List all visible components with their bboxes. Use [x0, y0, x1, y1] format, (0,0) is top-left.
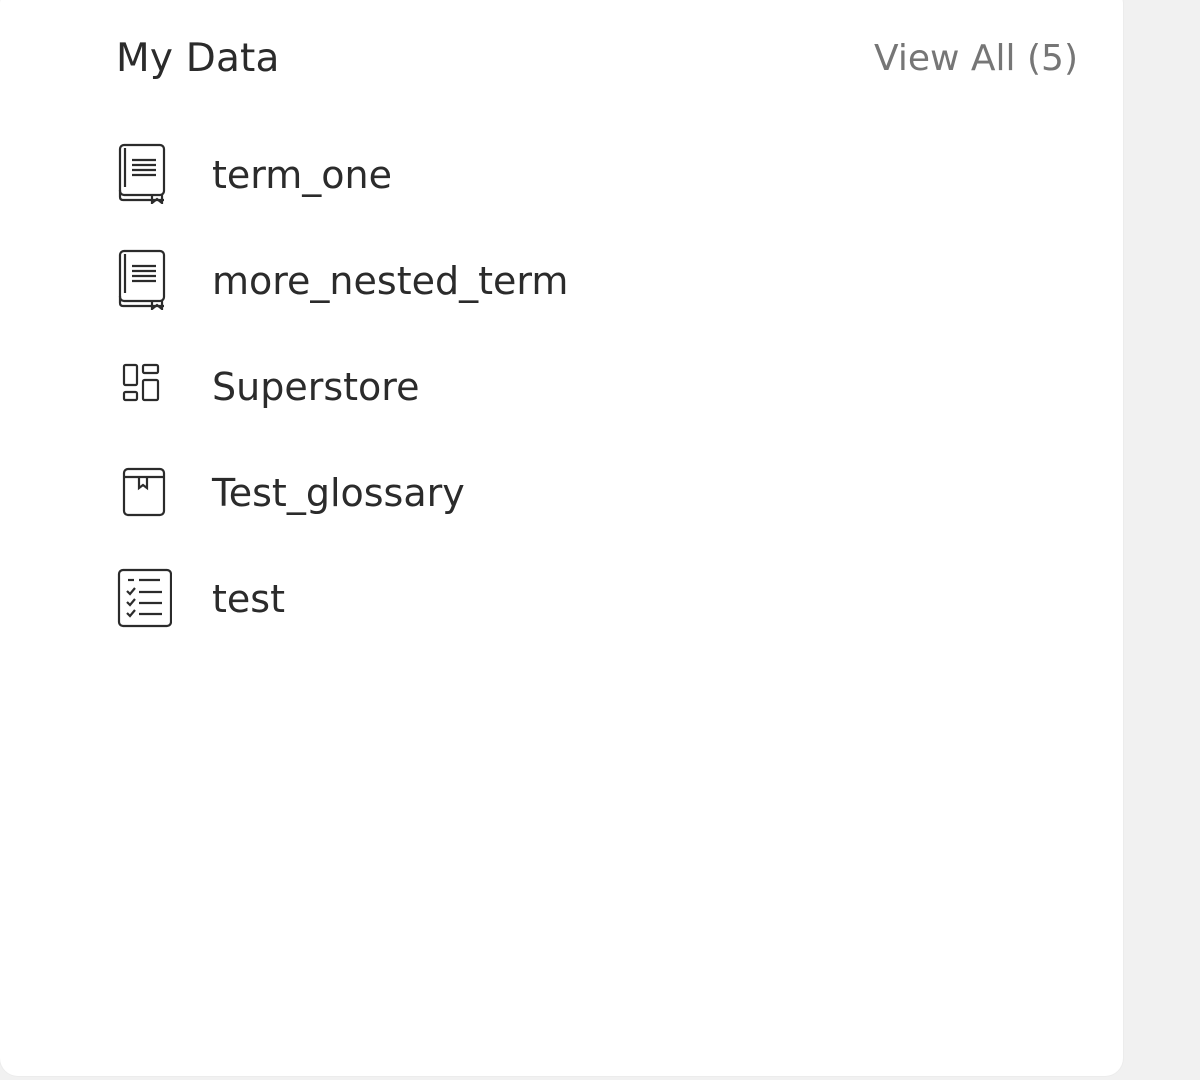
dashboard-icon	[116, 350, 174, 420]
list-item[interactable]: Test_glossary	[116, 456, 1078, 562]
list-item[interactable]: more_nested_term	[116, 244, 1078, 350]
list-item[interactable]: term_one	[116, 138, 1078, 244]
list-item-label: Test_glossary	[212, 471, 465, 515]
checklist-icon	[116, 562, 174, 632]
glossary-term-icon	[116, 138, 174, 208]
list-item-label: more_nested_term	[212, 259, 569, 303]
widget-title: My Data	[116, 36, 280, 81]
glossary-icon	[116, 456, 174, 526]
list-item-label: test	[212, 577, 285, 621]
glossary-term-icon	[116, 244, 174, 314]
my-data-widget: My Data View All (5) term_one more_neste…	[0, 0, 1123, 1076]
list-item[interactable]: Superstore	[116, 350, 1078, 456]
my-data-list: term_one more_nested_term Superstore Tes…	[116, 138, 1078, 668]
view-all-link[interactable]: View All (5)	[874, 38, 1078, 79]
list-item-label: term_one	[212, 153, 392, 197]
list-item-label: Superstore	[212, 365, 420, 409]
widget-header: My Data View All (5)	[116, 34, 1078, 84]
list-item[interactable]: test	[116, 562, 1078, 668]
